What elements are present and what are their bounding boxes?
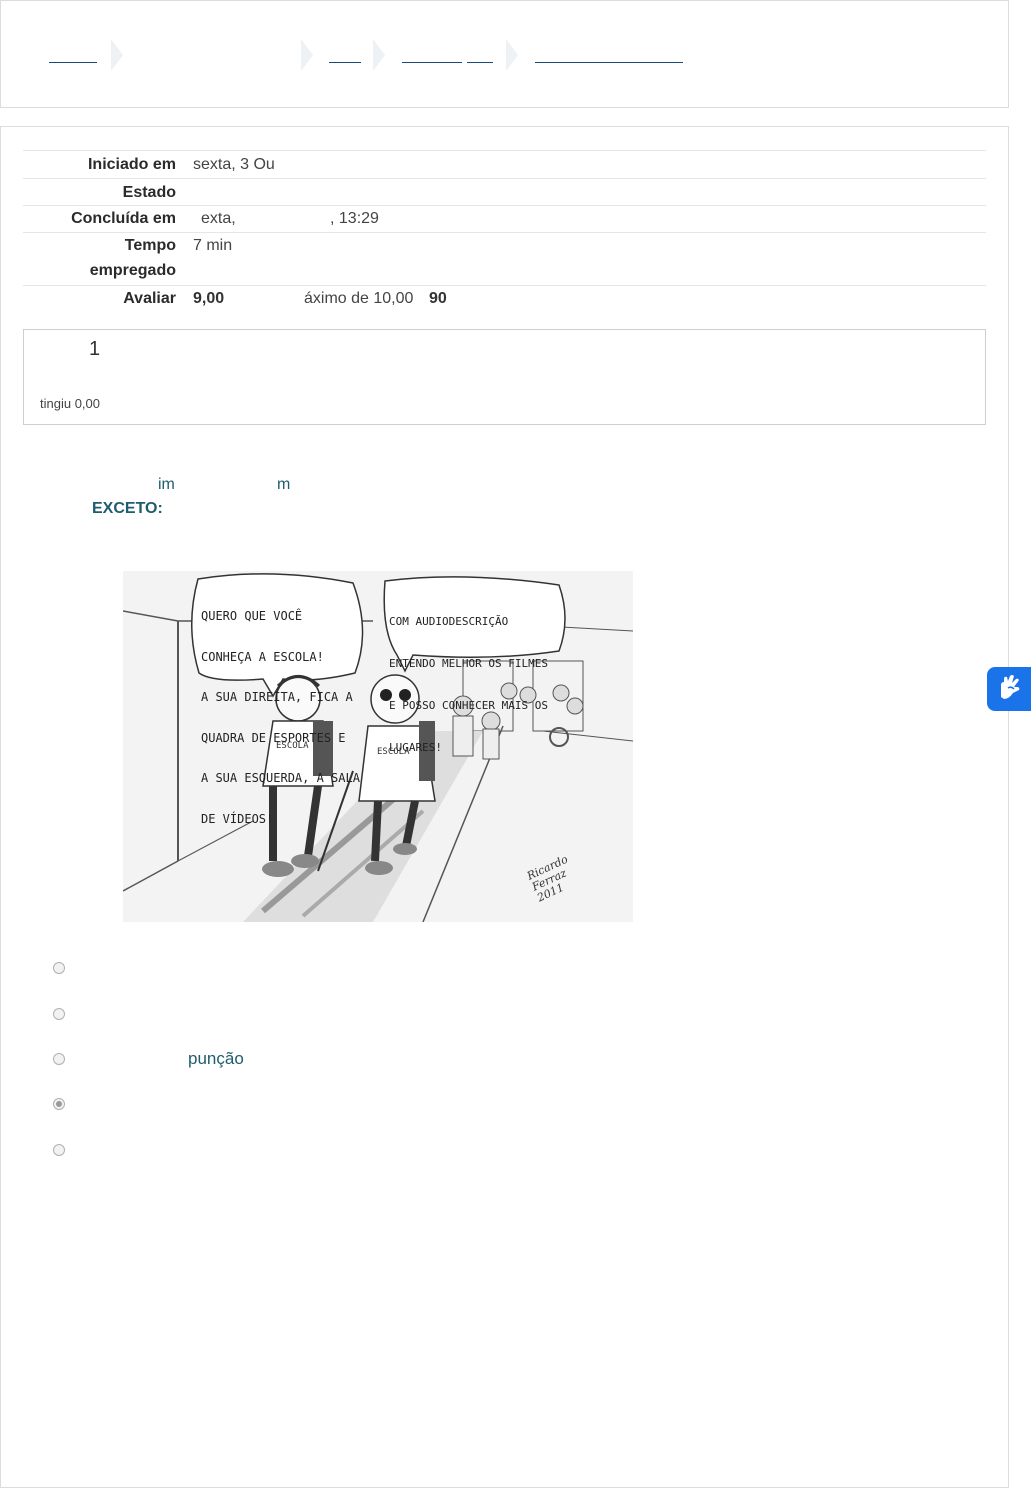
grade-value: 9,00: [193, 290, 225, 307]
breadcrumb-separator-icon: [111, 39, 123, 71]
bubble-line: COM AUDIODESCRIÇÃO: [389, 615, 509, 628]
question-cartoon-image: QUERO QUE VOCÊ CONHEÇA A ESCOLA! A SUA D…: [122, 571, 634, 923]
bubble-line: QUERO QUE VOCÊ: [201, 609, 303, 623]
summary-label: Estado: [122, 184, 176, 201]
summary-row-started: Iniciado em sexta, 3 Ou: [23, 150, 986, 178]
breadcrumb-link-section-number[interactable]: [467, 46, 493, 63]
breadcrumb-link-home[interactable]: [49, 46, 97, 63]
summary-label: Iniciado em: [87, 156, 176, 173]
option-radio-b[interactable]: [53, 1008, 65, 1020]
cartoon-bubble-right: COM AUDIODESCRIÇÃO ENTENDO MELHOR OS FIL…: [389, 587, 548, 783]
summary-row-state: Estado: [23, 178, 986, 206]
option-text-c: punção: [188, 1049, 244, 1068]
grade-percent: 90: [429, 290, 447, 307]
bubble-line: E POSSO CONHECER MAIS OS: [389, 699, 548, 712]
shirt-label-right: ESCOLA: [377, 747, 410, 757]
summary-value: , 13:29: [330, 210, 379, 227]
breadcrumb-separator-icon: [301, 39, 313, 71]
breadcrumb-panel: [0, 0, 1009, 108]
question-text-fragment: im: [158, 476, 175, 493]
breadcrumb-separator-icon: [506, 39, 518, 71]
option-radio-d[interactable]: [53, 1098, 65, 1110]
summary-label: empregado: [89, 262, 176, 279]
summary-label: Concluída em: [71, 210, 176, 227]
sign-language-hand-icon: [1001, 675, 1020, 699]
bubble-line: A SUA ESQUERDA, A SALA: [201, 771, 360, 785]
breadcrumb-link-section[interactable]: [402, 46, 462, 63]
option-radio-e[interactable]: [53, 1144, 65, 1156]
question-text-fragment: m: [277, 476, 291, 493]
summary-value: sexta, 3 Ou: [193, 156, 275, 173]
bubble-line: LUGARES!: [389, 741, 442, 754]
option-radio-a[interactable]: [53, 962, 65, 974]
option-radio-c[interactable]: [53, 1053, 65, 1065]
summary-label: Avaliar: [123, 290, 176, 307]
summary-value: 7 min: [193, 237, 233, 254]
bubble-line: ENTENDO MELHOR OS FILMES: [389, 657, 548, 670]
question-except-label: EXCETO:: [92, 500, 163, 517]
bubble-line: CONHEÇA A ESCOLA!: [201, 649, 324, 664]
summary-value: exta,: [201, 210, 236, 227]
shirt-label-left: ESCOLA: [276, 741, 309, 751]
breadcrumb-link-quiz[interactable]: [535, 46, 683, 63]
summary-row-grade: Avaliar 9,00 áximo de 10,00 90: [23, 285, 986, 314]
breadcrumb-link-course[interactable]: [329, 46, 361, 63]
grade-max: áximo de 10,00: [304, 290, 414, 307]
question-number: 1: [89, 338, 101, 360]
summary-label: Tempo: [124, 237, 176, 254]
bubble-line: A SUA DIREITA, FICA A: [201, 690, 353, 704]
question-grade: tingiu 0,00: [40, 396, 100, 411]
summary-row-time: Tempo empregado 7 min: [23, 232, 986, 286]
breadcrumb-separator-icon: [373, 39, 385, 71]
cartoon-bubble-left: QUERO QUE VOCÊ CONHEÇA A ESCOLA! A SUA D…: [201, 583, 360, 853]
question-info-box: 1 tingiu 0,00: [23, 329, 986, 425]
accessibility-widget-button[interactable]: [987, 667, 1031, 711]
summary-row-completed: Concluída em exta, , 13:29: [23, 205, 986, 233]
bubble-line: DE VÍDEOS!: [201, 811, 274, 826]
